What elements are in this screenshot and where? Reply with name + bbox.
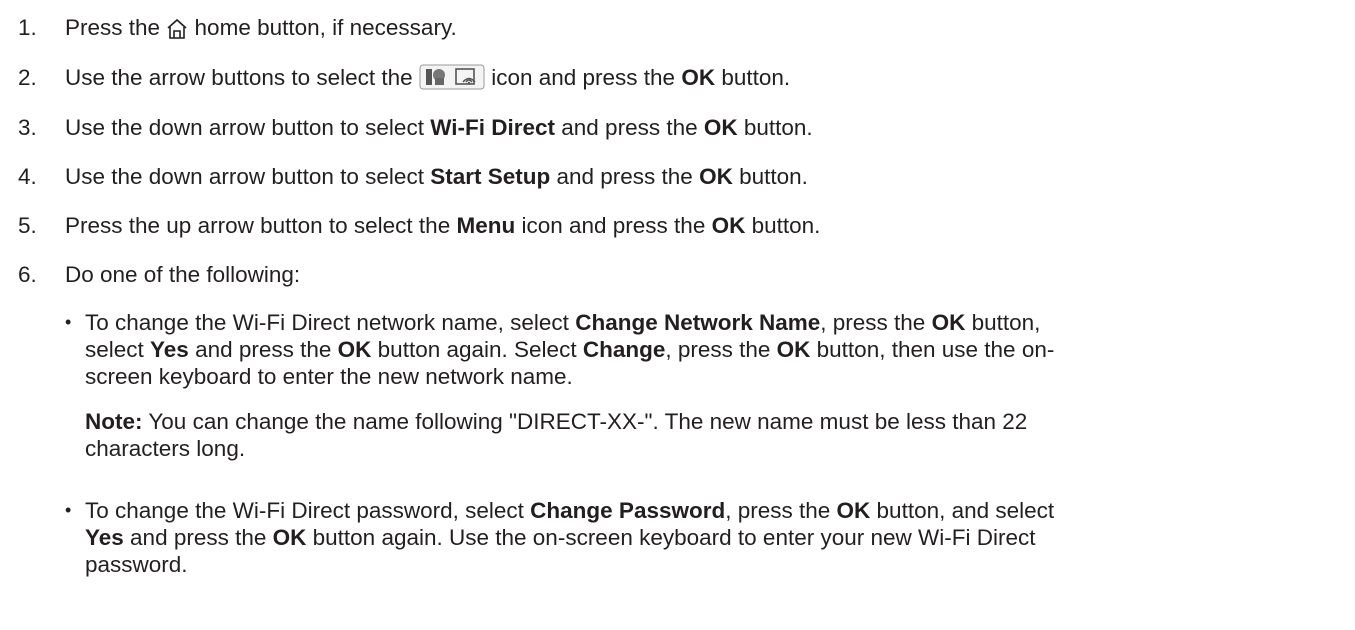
note-line-1: Note: You can change the name following … — [85, 409, 1028, 434]
bullet-text-line: select Yes and press the OK button again… — [85, 337, 1055, 362]
bullet-text-line: Yes and press the OK button again. Use t… — [85, 525, 1036, 550]
step-number: 4. — [18, 164, 37, 189]
bullet-marker: • — [65, 312, 72, 332]
note-line-2: characters long. — [85, 436, 246, 461]
instructions-page: 1. Press the home button, if necessary. … — [0, 0, 1355, 630]
home-icon — [166, 18, 188, 46]
step-number: 3. — [18, 115, 37, 140]
step-number: 2. — [18, 65, 37, 90]
step-text: Press the home button, if necessary. — [65, 14, 457, 46]
bullet-text-line: screen keyboard to enter the new network… — [85, 364, 573, 389]
step-number: 5. — [18, 213, 37, 238]
step-text: Use the arrow buttons to select the icon… — [65, 64, 790, 96]
network-status-icon — [419, 64, 485, 96]
step-text: Do one of the following: — [65, 262, 301, 287]
step-number: 1. — [18, 15, 37, 40]
bullet-text-line: To change the Wi-Fi Direct network name,… — [85, 310, 1041, 335]
step-text: Press the up arrow button to select the … — [65, 213, 821, 238]
bullet-text-line: password. — [85, 552, 188, 577]
note-label: Note: — [85, 409, 143, 434]
bullet-text-line: To change the Wi-Fi Direct password, sel… — [85, 498, 1055, 523]
step-number: 6. — [18, 262, 37, 287]
bullet-marker: • — [65, 500, 72, 520]
step-text: Use the down arrow button to select Star… — [65, 164, 808, 189]
step-text: Use the down arrow button to select Wi-F… — [65, 115, 813, 140]
